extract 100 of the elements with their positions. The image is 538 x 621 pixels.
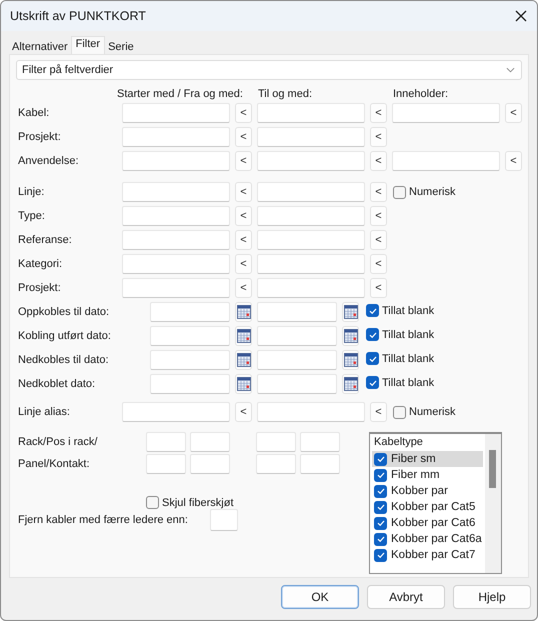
input-field[interactable] <box>122 103 230 123</box>
checkbox[interactable] <box>374 500 387 514</box>
checkbox[interactable] <box>366 304 379 317</box>
list-item[interactable]: Kobber par Cat5 <box>372 499 483 515</box>
checkbox[interactable] <box>374 452 387 466</box>
field-label: Nedkoblet dato: <box>17 378 96 390</box>
input-field[interactable] <box>146 432 186 452</box>
input-field[interactable] <box>392 103 500 123</box>
tab[interactable]: Filter <box>70 36 106 54</box>
filter-dropdown[interactable]: Filter på feltverdier <box>16 60 522 80</box>
input-field[interactable] <box>190 454 230 474</box>
scrollbar[interactable] <box>485 434 501 573</box>
calendar-button[interactable] <box>342 374 359 394</box>
list-item[interactable]: Kobber par Cat6 <box>372 515 483 531</box>
input-field[interactable] <box>122 254 230 274</box>
input-field[interactable] <box>257 230 365 250</box>
input-field[interactable] <box>190 432 230 452</box>
date-field[interactable] <box>257 374 337 394</box>
list-item[interactable]: Kobber par Cat7 <box>372 547 483 563</box>
pick-button[interactable]: < <box>235 182 252 202</box>
list-item[interactable]: Fiber sm <box>372 451 483 467</box>
date-field[interactable] <box>257 350 337 370</box>
checkbox[interactable] <box>146 496 159 509</box>
pick-button[interactable]: < <box>370 103 387 123</box>
pick-button[interactable]: < <box>235 278 252 298</box>
input-field[interactable] <box>300 432 340 452</box>
date-field[interactable] <box>257 302 337 322</box>
list-item[interactable]: Kobber par <box>372 483 483 499</box>
pick-button[interactable]: < <box>370 151 387 171</box>
pick-button[interactable]: < <box>235 151 252 171</box>
pick-button[interactable]: < <box>370 127 387 147</box>
list-item[interactable]: Kobber par Cat6a <box>372 531 483 547</box>
pick-button[interactable]: < <box>370 206 387 226</box>
checkbox[interactable] <box>366 328 379 341</box>
input-field[interactable] <box>122 230 230 250</box>
input-field[interactable] <box>256 454 296 474</box>
dialog-button[interactable]: Hjelp <box>453 585 531 609</box>
checkbox-label: Tillat blank <box>382 328 434 340</box>
input-field[interactable] <box>122 127 230 147</box>
input-field[interactable] <box>257 182 365 202</box>
date-field[interactable] <box>150 374 230 394</box>
scrollbar-thumb[interactable] <box>489 450 496 488</box>
date-field[interactable] <box>150 326 230 346</box>
checkbox[interactable] <box>374 548 387 562</box>
calendar-button[interactable] <box>235 302 252 322</box>
calendar-button[interactable] <box>342 302 359 322</box>
calendar-button[interactable] <box>235 374 252 394</box>
field-label: Linje alias: <box>17 406 71 418</box>
input-field[interactable] <box>122 402 230 422</box>
checkbox[interactable] <box>393 186 406 198</box>
pick-button[interactable]: < <box>505 103 522 123</box>
checkbox[interactable] <box>374 468 387 482</box>
close-icon[interactable] <box>515 10 527 22</box>
input-field[interactable] <box>257 402 365 422</box>
pick-button[interactable]: < <box>235 402 252 422</box>
checkbox[interactable] <box>374 484 387 498</box>
pick-button[interactable]: < <box>235 254 252 274</box>
pick-button[interactable]: < <box>370 402 387 422</box>
input-field[interactable] <box>122 206 230 226</box>
field-label: Nedkobles til dato: <box>17 354 110 366</box>
dialog-button[interactable]: Avbryt <box>367 585 445 609</box>
calendar-button[interactable] <box>235 326 252 346</box>
calendar-button[interactable] <box>235 350 252 370</box>
input-field[interactable] <box>122 151 230 171</box>
pick-button[interactable]: < <box>370 182 387 202</box>
input-field[interactable] <box>257 103 365 123</box>
date-field[interactable] <box>150 350 230 370</box>
checkbox[interactable] <box>366 376 379 389</box>
input-field[interactable] <box>210 509 238 531</box>
input-field[interactable] <box>300 454 340 474</box>
pick-button[interactable]: < <box>370 254 387 274</box>
date-field[interactable] <box>257 326 337 346</box>
input-field[interactable] <box>256 432 296 452</box>
field-label: Prosjekt: <box>17 131 62 143</box>
list-item[interactable]: Fiber mm <box>372 467 483 483</box>
checkbox[interactable] <box>366 352 379 365</box>
input-field[interactable] <box>257 206 365 226</box>
input-field[interactable] <box>122 182 230 202</box>
input-field[interactable] <box>257 278 365 298</box>
input-field[interactable] <box>257 127 365 147</box>
pick-button[interactable]: < <box>235 103 252 123</box>
dialog-button[interactable]: OK <box>281 585 359 609</box>
pick-button[interactable]: < <box>235 230 252 250</box>
input-field[interactable] <box>392 151 500 171</box>
calendar-button[interactable] <box>342 350 359 370</box>
pick-button[interactable]: < <box>370 278 387 298</box>
calendar-button[interactable] <box>342 326 359 346</box>
input-field[interactable] <box>122 278 230 298</box>
checkbox[interactable] <box>393 406 406 418</box>
pick-button[interactable]: < <box>235 206 252 226</box>
date-field[interactable] <box>150 302 230 322</box>
checkbox[interactable] <box>374 532 387 546</box>
input-field[interactable] <box>146 454 186 474</box>
input-field[interactable] <box>257 254 365 274</box>
pick-button[interactable]: < <box>370 230 387 250</box>
pick-button[interactable]: < <box>235 127 252 147</box>
input-field[interactable] <box>257 151 365 171</box>
pick-button[interactable]: < <box>505 151 522 171</box>
checkbox[interactable] <box>374 516 387 530</box>
column-header: Starter med / Fra og med: <box>117 88 243 100</box>
